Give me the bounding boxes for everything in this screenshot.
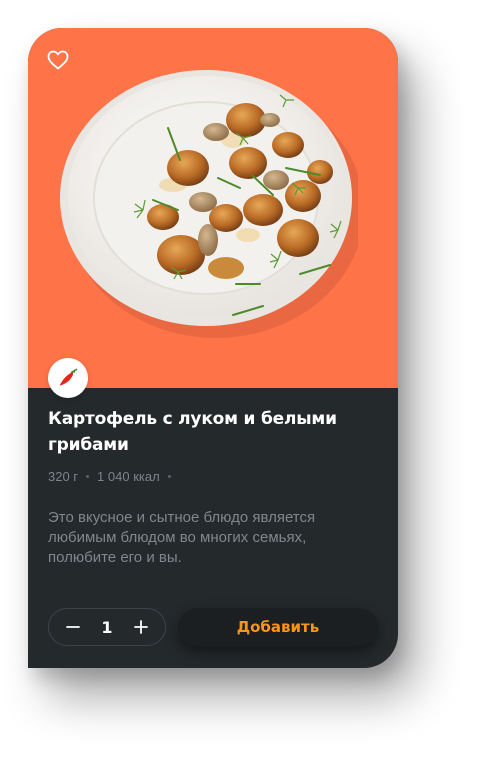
dish-image bbox=[58, 60, 364, 340]
quantity-value: 1 bbox=[101, 617, 113, 637]
increase-button[interactable] bbox=[132, 618, 150, 636]
chili-pepper-icon bbox=[59, 368, 78, 386]
product-image-area bbox=[28, 28, 398, 388]
minus-icon bbox=[66, 626, 80, 628]
meta-separator bbox=[167, 475, 171, 478]
product-card: Картофель с луком и белыми грибами 320 г… bbox=[28, 28, 398, 668]
product-description: Это вкусное и сытное блюдо является люби… bbox=[48, 509, 316, 566]
meta-separator bbox=[86, 475, 90, 478]
product-calories: 1 040 ккал bbox=[97, 469, 160, 484]
plus-icon bbox=[134, 620, 148, 634]
quantity-stepper: 1 bbox=[48, 608, 166, 646]
add-to-cart-button[interactable]: Добавить bbox=[178, 608, 378, 646]
decrease-button[interactable] bbox=[64, 618, 82, 636]
spicy-badge bbox=[48, 358, 88, 398]
product-title: Картофель с луком и белыми грибами bbox=[48, 409, 337, 455]
product-weight: 320 г bbox=[48, 469, 79, 484]
product-meta: 320 г 1 040 ккал bbox=[48, 469, 171, 484]
